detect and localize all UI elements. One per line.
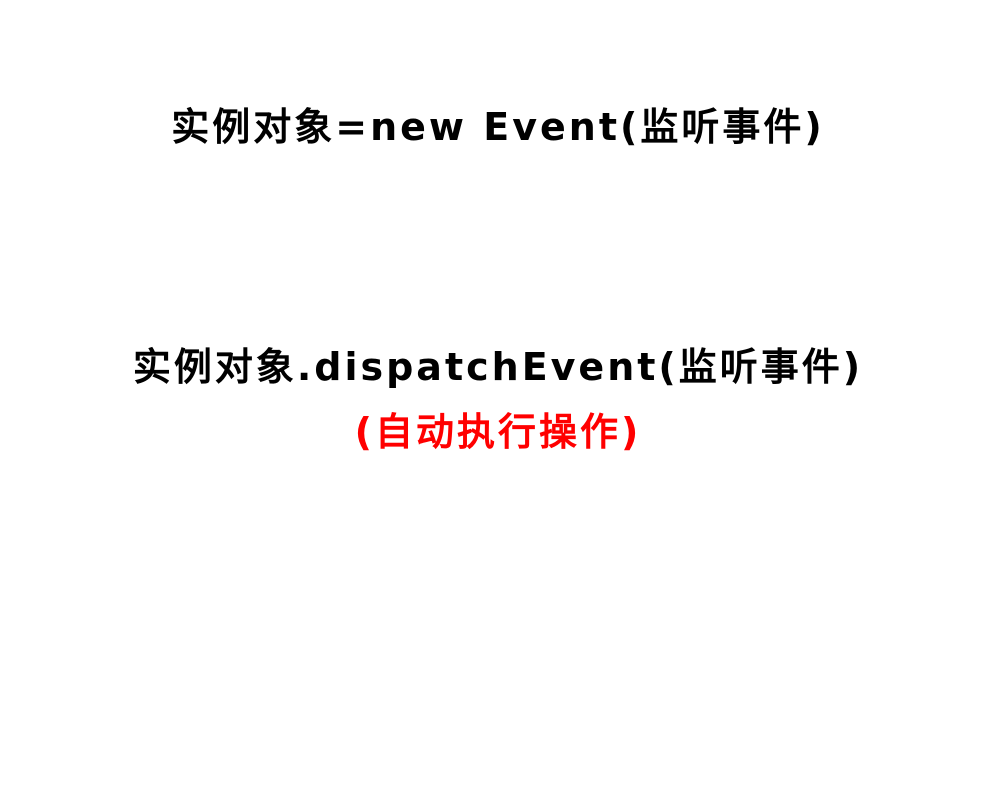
dispatch-event-text: 实例对象.dispatchEvent(监听事件) (132, 345, 864, 389)
event-constructor-text: 实例对象=new Event(监听事件) (171, 105, 825, 149)
auto-execute-note: (自动执行操作) (354, 410, 642, 454)
